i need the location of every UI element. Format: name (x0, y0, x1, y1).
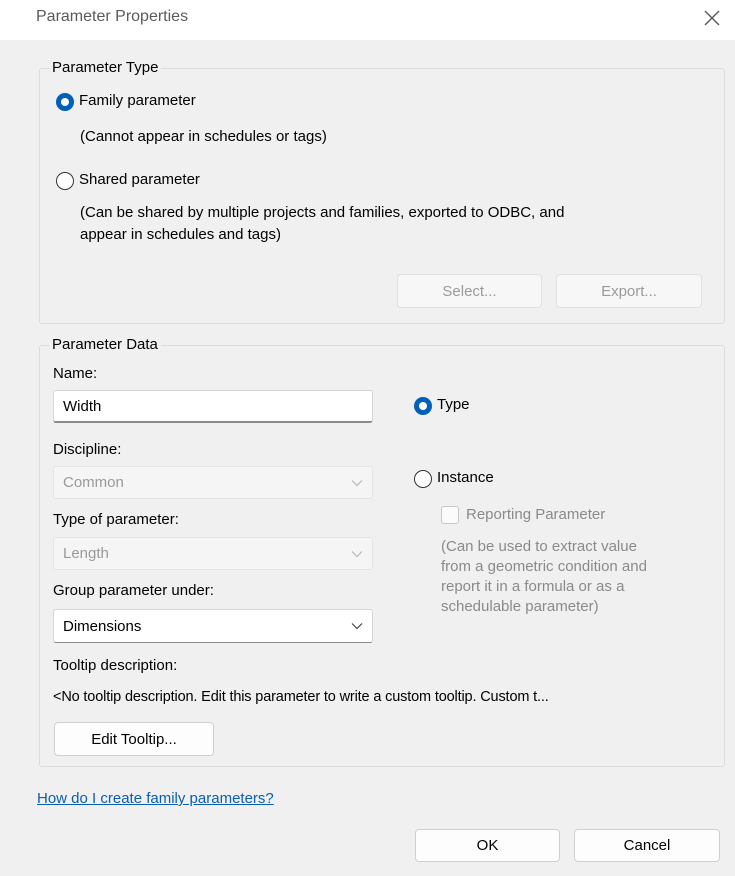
title-bar: Parameter Properties (0, 0, 735, 40)
shared-parameter-note-line1: (Can be shared by multiple projects and … (80, 204, 565, 221)
shared-parameter-label[interactable]: Shared parameter (79, 171, 200, 188)
parameter-data-legend: Parameter Data (49, 336, 161, 353)
type-of-parameter-label: Type of parameter: (53, 511, 179, 528)
export-button[interactable]: Export... (556, 274, 702, 308)
name-input[interactable]: Width (53, 390, 373, 423)
instance-radio[interactable] (414, 470, 432, 488)
reporting-parameter-label[interactable]: Reporting Parameter (466, 506, 605, 523)
family-parameter-label[interactable]: Family parameter (79, 92, 196, 109)
reporting-note-line2: from a geometric condition and (441, 558, 647, 575)
parameter-type-legend: Parameter Type (49, 59, 162, 76)
family-parameter-radio[interactable] (56, 93, 74, 111)
ok-button[interactable]: OK (415, 829, 560, 862)
name-label: Name: (53, 365, 98, 382)
family-parameter-note: (Cannot appear in schedules or tags) (80, 128, 327, 145)
group-parameter-select[interactable]: Dimensions (53, 609, 373, 643)
chevron-down-icon (351, 623, 363, 630)
instance-radio-label[interactable]: Instance (437, 469, 494, 486)
type-radio-label[interactable]: Type (437, 396, 470, 413)
discipline-select[interactable]: Common (53, 466, 373, 499)
discipline-label: Discipline: (53, 441, 122, 458)
window-title: Parameter Properties (36, 8, 189, 25)
tooltip-description-value: <No tooltip description. Edit this param… (53, 689, 549, 705)
edit-tooltip-button[interactable]: Edit Tooltip... (54, 722, 214, 756)
name-input-value: Width (63, 397, 102, 415)
tooltip-description-label: Tooltip description: (53, 657, 178, 674)
chevron-down-icon (351, 550, 363, 557)
reporting-note-line3: report it in a formula or as a (441, 578, 625, 595)
shared-parameter-note-line2: appear in schedules and tags) (80, 226, 281, 243)
reporting-parameter-checkbox[interactable] (441, 506, 459, 524)
reporting-note-line1: (Can be used to extract value (441, 538, 637, 555)
select-button[interactable]: Select... (397, 274, 542, 308)
shared-parameter-radio[interactable] (56, 172, 74, 190)
group-parameter-value: Dimensions (63, 617, 142, 635)
close-icon[interactable] (702, 8, 722, 28)
type-of-parameter-select[interactable]: Length (53, 537, 373, 570)
chevron-down-icon (351, 479, 363, 486)
cancel-button[interactable]: Cancel (574, 829, 720, 862)
type-of-parameter-value: Length (63, 545, 109, 562)
help-link[interactable]: How do I create family parameters? (37, 790, 274, 807)
reporting-note-line4: schedulable parameter) (441, 598, 599, 615)
group-parameter-label: Group parameter under: (53, 582, 214, 599)
type-radio[interactable] (414, 397, 432, 415)
discipline-select-value: Common (63, 474, 124, 491)
